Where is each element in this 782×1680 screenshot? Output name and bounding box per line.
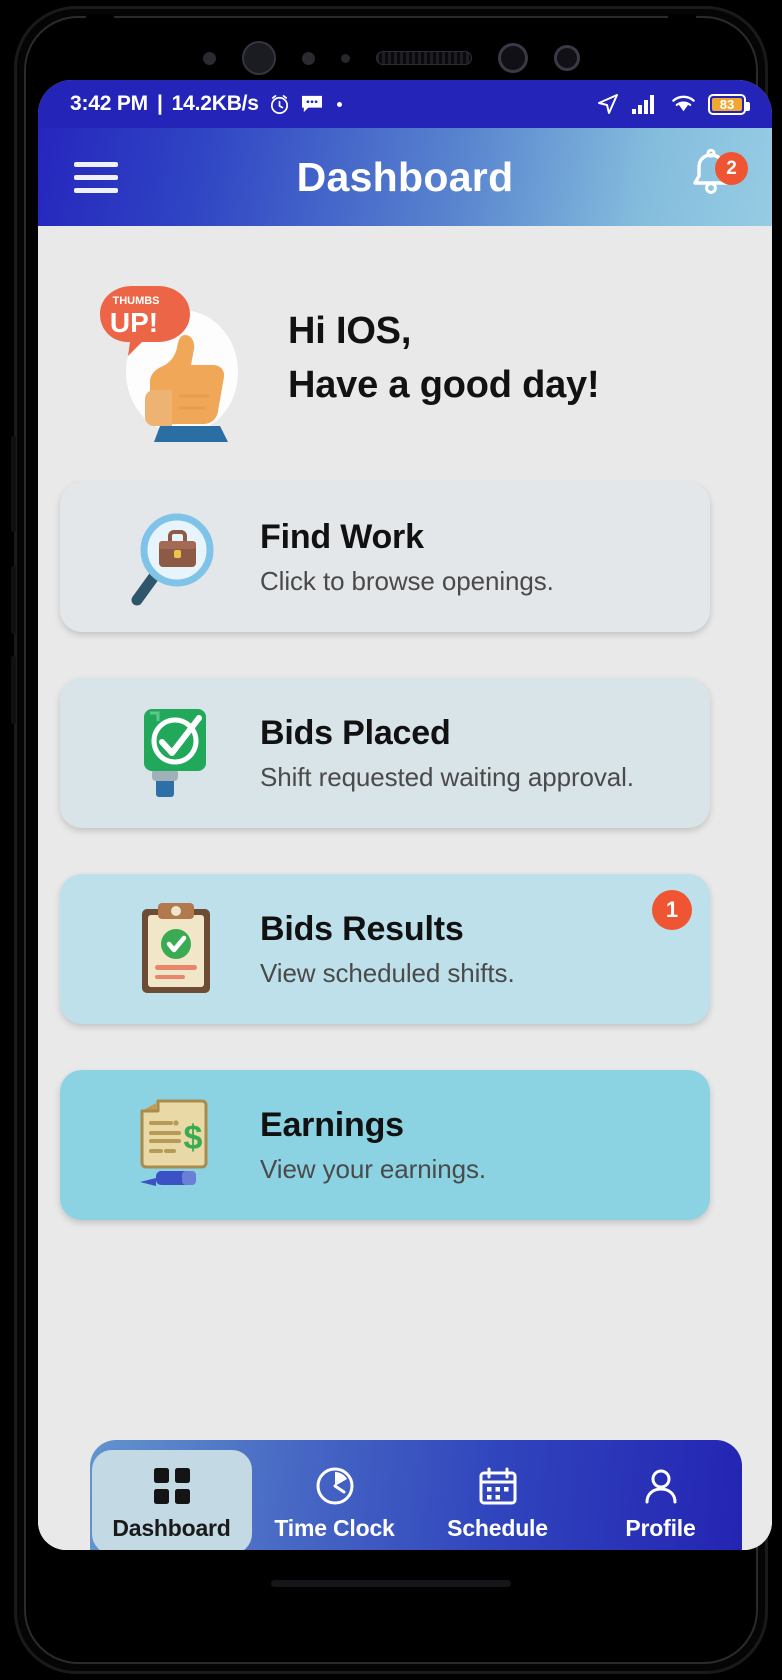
card-earnings[interactable]: $ Earnings View your earnings. — [60, 1070, 710, 1220]
card-text-group: Bids Placed Shift requested waiting appr… — [260, 714, 634, 793]
greeting-line-2: Have a good day! — [288, 364, 600, 406]
nav-label: Time Clock — [274, 1515, 395, 1541]
dashboard-cards: Find Work Click to browse openings. Bids… — [38, 468, 772, 1220]
battery-percentage: 83 — [719, 96, 735, 112]
bottom-navigation-bar: Dashboard Time Clock Schedule Profile — [90, 1440, 742, 1550]
hamburger-bar — [74, 174, 118, 180]
hamburger-bar — [74, 187, 118, 193]
main-content: THUMBS UP! Hi IOS, Have a good day! Find… — [38, 226, 772, 1550]
volume-down-button[interactable] — [11, 656, 16, 724]
nav-item-time-clock[interactable]: Time Clock — [253, 1454, 416, 1542]
bubble-line-1: THUMBS — [112, 295, 159, 307]
card-title: Find Work — [260, 517, 424, 556]
status-bar-left: 3:42 PM | 14.2KB/s — [70, 92, 342, 116]
card-subtitle: Click to browse openings. — [260, 565, 554, 596]
status-indicator-dot-icon — [336, 101, 342, 107]
status-network-speed: 14.2KB/s — [171, 92, 259, 115]
page-title: Dashboard — [296, 153, 514, 200]
app-bar: Dashboard 2 — [38, 128, 772, 226]
notification-button[interactable]: 2 — [684, 148, 748, 206]
power-button[interactable] — [11, 436, 16, 532]
bubble-line-2: UP! — [110, 307, 158, 338]
gesture-home-bar[interactable] — [271, 1579, 511, 1587]
card-find-work[interactable]: Find Work Click to browse openings. — [60, 482, 710, 632]
card-title: Earnings — [260, 1105, 404, 1144]
phone-screen: 3:42 PM | 14.2KB/s 83 Dashboard 2 THUMBS… — [38, 80, 772, 1550]
card-text-group: Earnings View your earnings. — [260, 1106, 486, 1185]
battery-icon: 83 — [708, 93, 750, 115]
cheque-dollar-pen-icon: $ — [128, 1093, 224, 1197]
notification-badge: 2 — [715, 152, 748, 185]
card-bids-results[interactable]: Bids Results View scheduled shifts. 1 — [60, 874, 710, 1024]
calendar-icon — [479, 1467, 516, 1505]
location-arrow-icon — [598, 94, 618, 114]
status-time: 3:42 PM — [70, 92, 148, 115]
nav-item-profile[interactable]: Profile — [579, 1454, 742, 1542]
status-bar: 3:42 PM | 14.2KB/s 83 — [38, 80, 772, 128]
magnifier-briefcase-icon — [128, 505, 224, 609]
thumbs-up-illustration: THUMBS UP! — [94, 276, 254, 442]
person-icon — [645, 1469, 676, 1504]
card-subtitle: Shift requested waiting approval. — [260, 761, 634, 792]
greeting-line-1: Hi IOS, — [288, 310, 412, 353]
status-bar-right: 83 — [596, 92, 750, 116]
card-bids-placed[interactable]: Bids Placed Shift requested waiting appr… — [60, 678, 710, 828]
clock-icon — [316, 1467, 353, 1505]
nav-item-schedule[interactable]: Schedule — [416, 1454, 579, 1542]
phone-frame: 3:42 PM | 14.2KB/s 83 Dashboard 2 THUMBS… — [11, 6, 772, 1674]
gesture-navigation-area — [38, 1554, 744, 1612]
nav-label: Dashboard — [112, 1515, 231, 1541]
volume-up-button[interactable] — [11, 566, 16, 634]
greeting-section: THUMBS UP! Hi IOS, Have a good day! — [38, 226, 772, 468]
card-subtitle: View your earnings. — [260, 1153, 486, 1184]
status-separator: | — [156, 92, 163, 115]
nav-label: Schedule — [447, 1515, 548, 1541]
grid-squares-icon — [153, 1468, 190, 1504]
hamburger-menu-icon[interactable] — [74, 161, 118, 193]
frame-corner-clip-right — [668, 14, 696, 26]
greeting-text: Hi IOS, Have a good day! — [288, 305, 600, 413]
card-text-group: Find Work Click to browse openings. — [260, 518, 554, 597]
frame-corner-clip-left — [86, 14, 114, 26]
nav-item-dashboard[interactable]: Dashboard — [90, 1450, 253, 1550]
svg-text:$: $ — [184, 1119, 203, 1157]
card-title: Bids Results — [260, 909, 464, 948]
message-icon — [301, 95, 322, 113]
wifi-icon — [672, 95, 695, 112]
card-title: Bids Placed — [260, 713, 451, 752]
hamburger-bar — [74, 161, 118, 167]
green-check-stamp-icon — [128, 701, 224, 805]
nav-label: Profile — [625, 1515, 696, 1541]
cellular-signal-icon — [632, 95, 654, 114]
card-badge: 1 — [652, 890, 692, 930]
alarm-clock-icon — [270, 94, 288, 114]
clipboard-check-icon — [128, 897, 224, 1001]
card-text-group: Bids Results View scheduled shifts. — [260, 910, 515, 989]
card-subtitle: View scheduled shifts. — [260, 957, 515, 988]
